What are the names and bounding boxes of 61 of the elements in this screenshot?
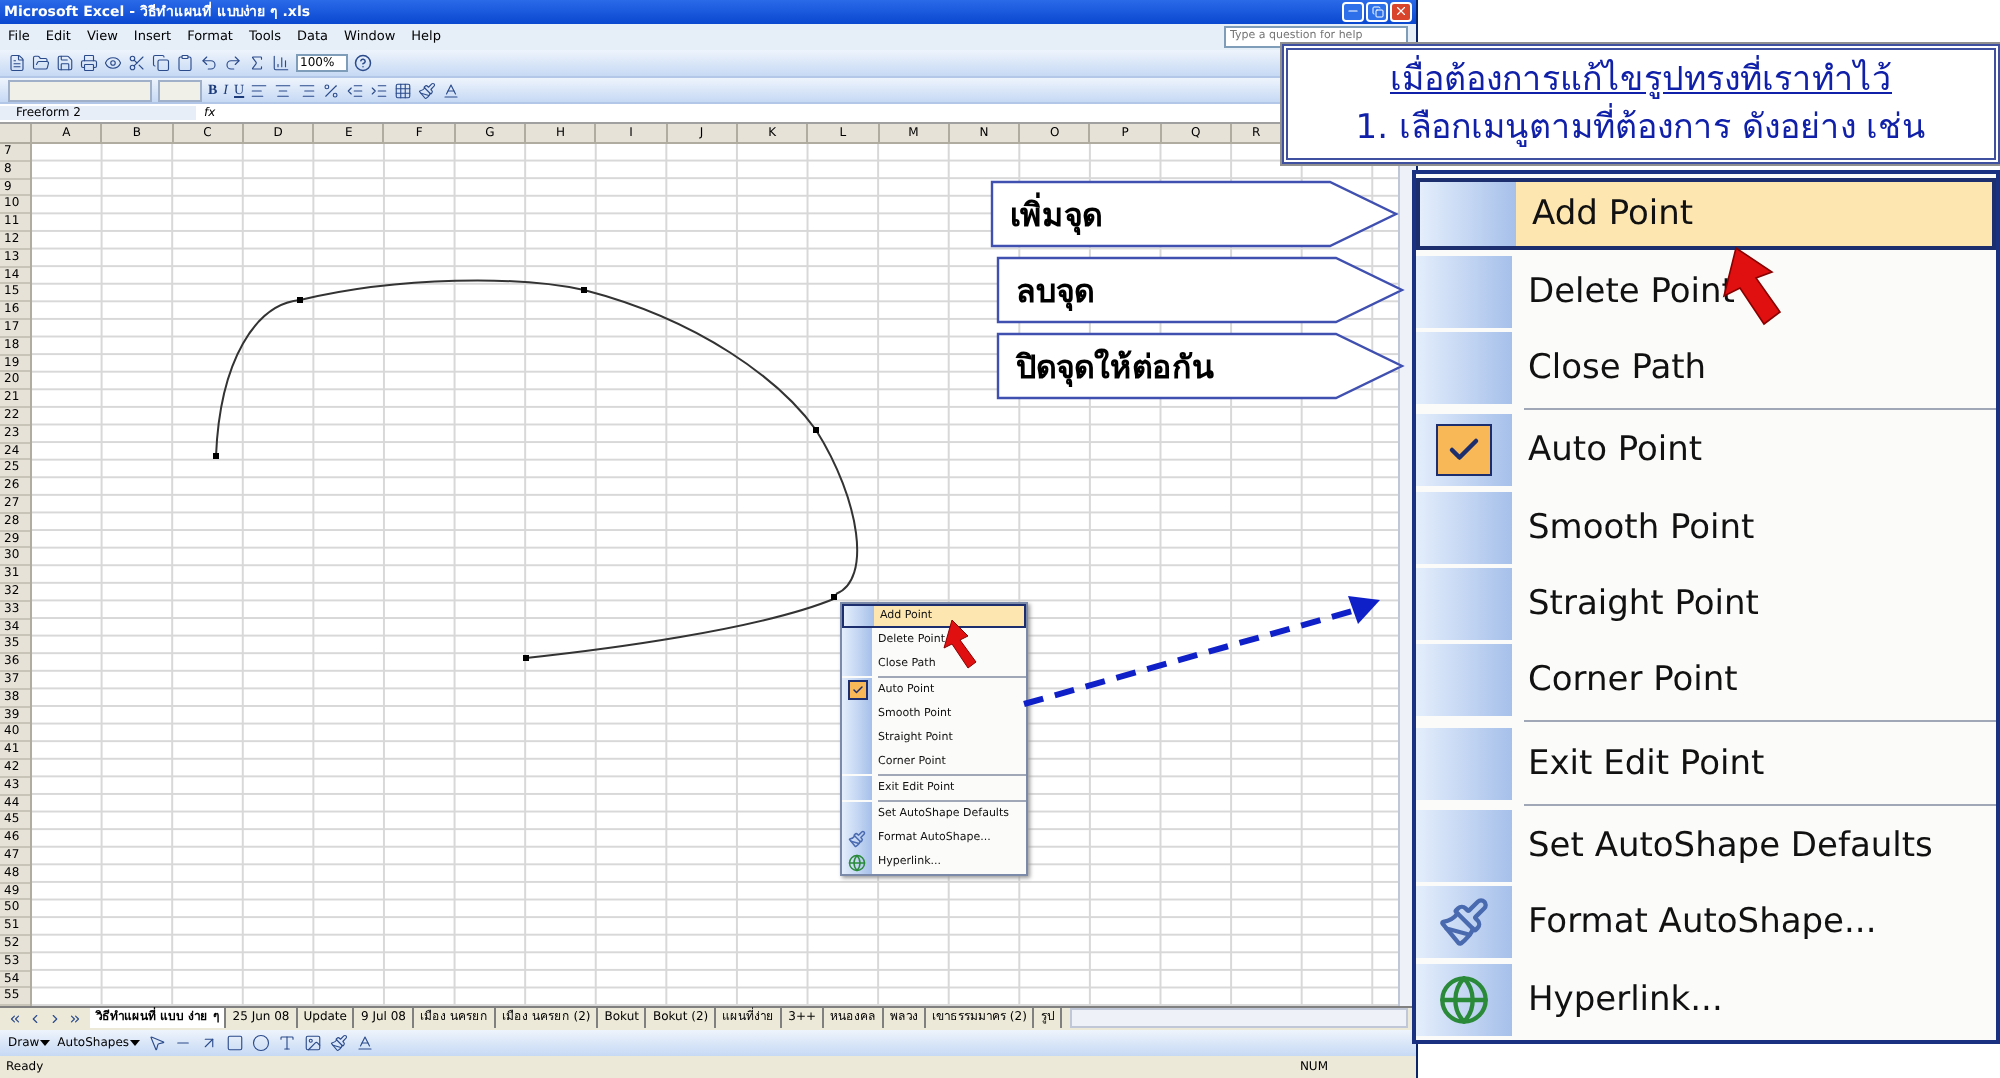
open-folder-icon[interactable] [32, 53, 50, 72]
menu-item[interactable]: Set AutoShape Defaults [1416, 810, 1996, 883]
callout-label: ปิดจุดให้ต่อกัน [996, 332, 1406, 400]
oval-icon[interactable] [251, 1034, 270, 1053]
curve-segment[interactable] [523, 594, 837, 661]
paint-shape-icon [1438, 896, 1490, 949]
close-button[interactable] [1390, 1, 1412, 22]
indent-icon[interactable] [370, 81, 389, 100]
save-icon[interactable] [56, 53, 74, 72]
menu-item[interactable]: Auto Point [1416, 414, 1996, 487]
align-center-icon[interactable] [274, 81, 293, 100]
align-left-icon[interactable] [250, 81, 269, 100]
callout-label: เพิ่มจุด [990, 180, 1400, 248]
instruction-text: 1. เลือกเมนูตามที่ต้องการ ดังอย่าง เช่น [1355, 104, 1927, 152]
print-icon[interactable] [80, 53, 98, 72]
align-right-icon[interactable] [298, 81, 317, 100]
picture-icon[interactable] [303, 1034, 322, 1053]
menu-item[interactable]: Add Point [1416, 178, 1996, 251]
cursor-arrow-icon [943, 619, 977, 669]
sum-icon[interactable] [248, 53, 266, 72]
menu-item[interactable]: Exit Edit Point [1416, 727, 1996, 800]
undo-icon[interactable] [200, 53, 218, 72]
restore-icon [1371, 5, 1383, 18]
menu-item[interactable]: Straight Point [1416, 567, 1996, 640]
menu-item[interactable]: Close Path [1416, 331, 1996, 404]
menu-item[interactable]: Format AutoShape... [1416, 886, 1996, 959]
minimize-button[interactable] [1342, 1, 1364, 22]
fill-color-icon[interactable] [418, 81, 437, 100]
cut-icon[interactable] [128, 53, 146, 72]
caret-icon [39, 1039, 50, 1048]
last-sheet-icon[interactable] [66, 1009, 84, 1028]
menu-item[interactable]: Corner Point [1416, 644, 1996, 717]
caret-icon [129, 1039, 140, 1048]
copy-icon[interactable] [152, 53, 170, 72]
arrow-icon[interactable] [199, 1034, 218, 1053]
menu-item[interactable]: Hyperlink... [1416, 963, 1996, 1036]
horizontal-scrollbar[interactable] [1070, 1008, 1408, 1029]
redo-icon[interactable] [224, 53, 242, 72]
paint-shape-icon [848, 829, 866, 847]
new-file-icon[interactable] [8, 53, 26, 72]
globe-link-icon [1438, 973, 1490, 1026]
fill-color-icon[interactable] [329, 1034, 348, 1053]
percent-icon[interactable] [322, 81, 341, 100]
chart-icon[interactable] [272, 53, 290, 72]
callout-label: ลบจุด [996, 256, 1406, 324]
first-sheet-icon[interactable] [6, 1009, 24, 1028]
borders-icon[interactable] [394, 81, 413, 100]
rectangle-icon[interactable] [225, 1034, 244, 1053]
paste-icon[interactable] [176, 53, 194, 72]
globe-link-icon [848, 853, 866, 871]
text-box-icon[interactable] [277, 1034, 296, 1053]
help-icon[interactable] [354, 53, 373, 72]
pointer-icon[interactable] [147, 1034, 166, 1053]
font-color-icon[interactable] [355, 1034, 374, 1053]
menu-item[interactable]: Smooth Point [1416, 491, 1996, 564]
preview-icon[interactable] [104, 53, 122, 72]
font-color-icon[interactable] [442, 81, 461, 100]
instruction-heading: เมื่อต้องการแก้ไขรูปทรงที่เราทำไว้ [1390, 56, 1892, 104]
close-icon [1394, 4, 1408, 19]
outdent-icon[interactable] [346, 81, 365, 100]
restore-button[interactable] [1366, 1, 1388, 22]
